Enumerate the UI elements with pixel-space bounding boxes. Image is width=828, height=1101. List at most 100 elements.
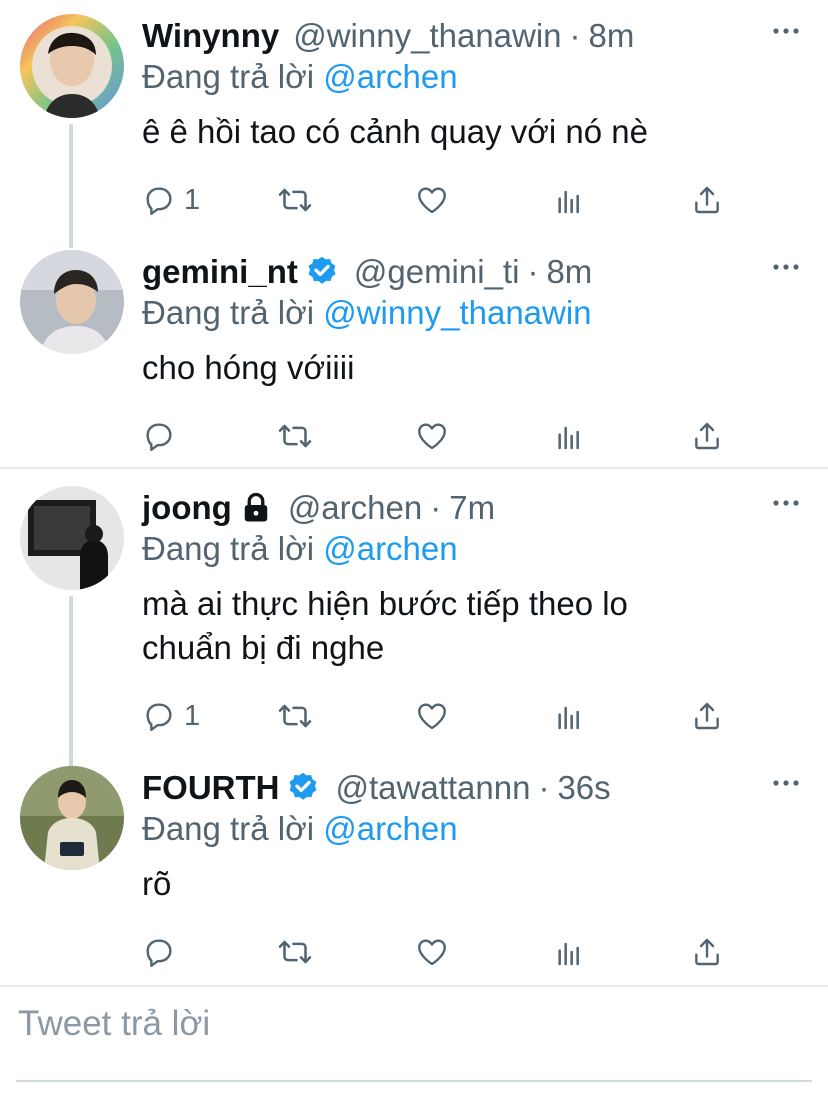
tweet-text: mà ai thực hiện bước tiếp theo lo chuẩn … — [142, 582, 782, 670]
display-name[interactable]: Winynny — [142, 17, 279, 55]
verified-badge-icon — [304, 254, 340, 290]
tweet-text: ê ê hồi tao có cảnh quay với nó nè — [142, 113, 648, 150]
replying-prefix: Đang trả lời — [142, 530, 315, 567]
retweet-button[interactable] — [277, 932, 313, 972]
more-dots-icon[interactable] — [772, 498, 800, 508]
thread-line — [69, 596, 73, 766]
like-button[interactable] — [415, 416, 449, 456]
thread-line — [69, 124, 73, 248]
analytics-button[interactable] — [553, 180, 585, 220]
more-dots-icon[interactable] — [772, 778, 800, 788]
heart-icon — [415, 935, 449, 969]
heart-icon — [415, 419, 449, 453]
tweet[interactable]: Winynny @winny_thanawin · 8m Đang trả lờ… — [0, 0, 828, 248]
share-button[interactable] — [691, 696, 723, 736]
reply-count: 1 — [184, 699, 201, 732]
share-button[interactable] — [691, 932, 723, 972]
share-button[interactable] — [691, 416, 723, 456]
tweet[interactable]: joong @archen · 7m Đang trả lời @archen … — [0, 472, 828, 766]
timestamp[interactable]: 7m — [449, 489, 495, 527]
reply-button[interactable]: 1 — [142, 180, 200, 220]
heart-icon — [415, 183, 449, 217]
thread-divider — [0, 467, 828, 469]
tweet[interactable]: FOURTH @tawattannn · 36s Đang trả lời @a… — [0, 752, 828, 984]
analytics-button[interactable] — [553, 932, 585, 972]
username-handle[interactable]: @winny_thanawin — [293, 17, 561, 55]
tweet-actions: 1 — [142, 696, 742, 736]
reply-button[interactable] — [142, 932, 184, 972]
tweet-text: cho hóng vớiiii — [142, 349, 355, 386]
bar-chart-icon — [553, 700, 585, 732]
more-dots-icon[interactable] — [772, 26, 800, 36]
replying-to: Đang trả lời @archen — [142, 58, 458, 96]
input-underline — [16, 1080, 812, 1082]
mention-link[interactable]: @winny_thanawin — [323, 294, 591, 331]
reply-button[interactable]: 1 — [142, 696, 200, 736]
tweet-header: joong @archen · 7m — [142, 486, 495, 530]
retweet-icon — [277, 418, 313, 454]
timestamp[interactable]: 8m — [546, 253, 592, 291]
retweet-icon — [277, 934, 313, 970]
tweet-text: rõ — [142, 865, 172, 902]
avatar[interactable] — [20, 250, 124, 354]
mention-link[interactable]: @archen — [323, 58, 457, 95]
tweet-text-line: mà ai thực hiện bước tiếp theo lo — [142, 585, 628, 622]
retweet-button[interactable] — [277, 416, 313, 456]
like-button[interactable] — [415, 180, 449, 220]
share-icon — [691, 184, 723, 216]
compose-divider — [0, 985, 828, 987]
separator-dot: · — [527, 253, 539, 290]
replying-prefix: Đang trả lời — [142, 294, 315, 331]
retweet-button[interactable] — [277, 180, 313, 220]
tweet-text-line: chuẩn bị đi nghe — [142, 629, 385, 666]
speech-bubble-icon — [142, 183, 176, 217]
more-dots-icon[interactable] — [772, 262, 800, 272]
share-icon — [691, 420, 723, 452]
like-button[interactable] — [415, 932, 449, 972]
tweet[interactable]: gemini_nt @gemini_ti · 8m Đang trả lời @… — [0, 236, 828, 468]
username-handle[interactable]: @tawattannn — [335, 769, 530, 807]
tweet-actions: 1 — [142, 180, 742, 220]
avatar[interactable] — [20, 766, 124, 870]
analytics-button[interactable] — [553, 416, 585, 456]
separator-dot: · — [538, 769, 550, 806]
separator-dot: · — [569, 17, 581, 54]
retweet-button[interactable] — [277, 696, 313, 736]
bar-chart-icon — [553, 184, 585, 216]
retweet-icon — [277, 182, 313, 218]
tweet-actions — [142, 932, 742, 972]
heart-icon — [415, 699, 449, 733]
share-button[interactable] — [691, 180, 723, 220]
username-handle[interactable]: @archen — [288, 489, 422, 527]
display-name[interactable]: FOURTH — [142, 769, 279, 807]
analytics-button[interactable] — [553, 696, 585, 736]
compose-reply-bar: Tweet trả lời — [0, 988, 828, 1101]
avatar[interactable] — [20, 486, 124, 590]
replying-prefix: Đang trả lời — [142, 58, 315, 95]
replying-to: Đang trả lời @archen — [142, 530, 458, 568]
tweet-header: gemini_nt @gemini_ti · 8m — [142, 250, 592, 294]
reply-button[interactable] — [142, 416, 184, 456]
mention-link[interactable]: @archen — [323, 530, 457, 567]
lock-icon — [238, 490, 274, 526]
like-button[interactable] — [415, 696, 449, 736]
display-name[interactable]: joong — [142, 489, 232, 527]
mention-link[interactable]: @archen — [323, 810, 457, 847]
verified-badge-icon — [285, 770, 321, 806]
share-icon — [691, 936, 723, 968]
tweet-actions — [142, 416, 742, 456]
replying-to: Đang trả lời @archen — [142, 810, 458, 848]
timestamp[interactable]: 36s — [557, 769, 610, 807]
replying-to: Đang trả lời @winny_thanawin — [142, 294, 592, 332]
username-handle[interactable]: @gemini_ti — [354, 253, 520, 291]
speech-bubble-icon — [142, 419, 176, 453]
tweet-header: Winynny @winny_thanawin · 8m — [142, 14, 634, 58]
display-name[interactable]: gemini_nt — [142, 253, 298, 291]
bar-chart-icon — [553, 936, 585, 968]
tweet-header: FOURTH @tawattannn · 36s — [142, 766, 611, 810]
replying-prefix: Đang trả lời — [142, 810, 315, 847]
avatar[interactable] — [20, 14, 124, 118]
bar-chart-icon — [553, 420, 585, 452]
reply-input[interactable]: Tweet trả lời — [18, 1004, 210, 1044]
timestamp[interactable]: 8m — [589, 17, 635, 55]
